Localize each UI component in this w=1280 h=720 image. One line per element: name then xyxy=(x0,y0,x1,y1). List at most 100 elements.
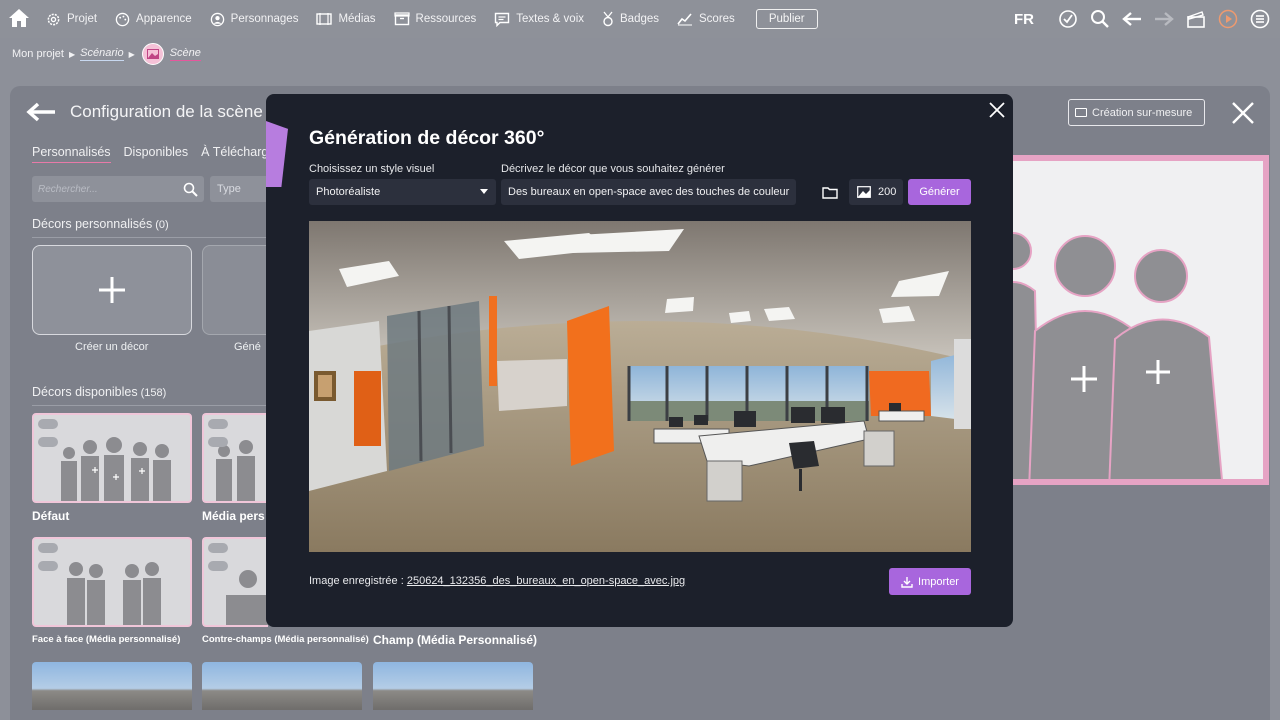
media-count-badge xyxy=(208,437,228,447)
chart-icon xyxy=(677,13,693,26)
publish-button[interactable]: Publier xyxy=(755,9,818,29)
nav-scores[interactable]: Scores xyxy=(677,12,735,26)
nav-label: Projet xyxy=(67,13,98,25)
image-count-field[interactable]: 200 xyxy=(849,179,903,205)
box-icon xyxy=(393,12,410,26)
divider xyxy=(32,237,267,238)
silhouettes-icon xyxy=(67,562,161,625)
search-icon[interactable] xyxy=(1090,9,1110,29)
style-label: Choisissez un style visuel xyxy=(309,163,435,175)
decor-caption: Défaut xyxy=(32,509,70,523)
chat-icon xyxy=(495,12,510,27)
nav-label: Médias xyxy=(338,13,376,25)
breadcrumb-scene[interactable]: Scène xyxy=(169,47,201,61)
palette-icon xyxy=(115,12,130,26)
generate-decor-card[interactable] xyxy=(202,245,272,335)
media-count-badge xyxy=(38,437,58,447)
prompt-input[interactable]: Des bureaux en open-space avec des touch… xyxy=(501,179,796,205)
nav-label: Ressources xyxy=(415,13,477,25)
badge-icon xyxy=(603,11,613,27)
download-icon xyxy=(901,576,913,588)
image-icon xyxy=(857,186,871,198)
decor-caption: Contre-champs (Média personnalisé) xyxy=(202,634,369,645)
back-arrow-icon[interactable] xyxy=(26,102,56,122)
close-icon[interactable] xyxy=(1230,100,1256,126)
import-label: Importer xyxy=(918,575,959,588)
language-selector[interactable]: FR xyxy=(1014,11,1034,28)
section-title: Décors personnalisés xyxy=(32,217,153,231)
decor-thumb-contre-champs[interactable] xyxy=(202,537,268,627)
character-count-badge xyxy=(38,543,58,553)
type-filter-select[interactable]: Type xyxy=(210,176,270,202)
media-count-badge xyxy=(208,561,228,571)
menu-icon[interactable] xyxy=(1250,9,1270,29)
nav-label: Apparence xyxy=(136,13,192,25)
create-decor-card[interactable] xyxy=(32,245,192,335)
redo-arrow-icon[interactable] xyxy=(1154,12,1174,26)
character-count-badge xyxy=(208,543,228,553)
top-navigation-bar: Projet Apparence Personnages Médias Ress… xyxy=(0,0,1280,38)
top-right-toolbar: FR xyxy=(1014,0,1270,38)
saved-file-link[interactable]: 250624_132356_des_bureaux_en_open-space_… xyxy=(407,575,685,587)
prompt-label: Décrivez le décor que vous souhaitez gén… xyxy=(501,163,725,175)
folder-icon[interactable] xyxy=(815,179,845,205)
decor-caption: Champ (Média Personnalisé) xyxy=(373,633,538,647)
available-decors-heading: Décors disponibles (158) xyxy=(32,385,166,399)
nav-personnages[interactable]: Personnages xyxy=(210,12,299,27)
nav-apparence[interactable]: Apparence xyxy=(115,12,192,27)
decor-thumb-photo[interactable] xyxy=(373,662,533,710)
check-icon[interactable] xyxy=(1058,9,1078,29)
nav-medias[interactable]: Médias xyxy=(316,12,376,26)
user-icon xyxy=(210,12,224,26)
saved-label: Image enregistrée : xyxy=(309,575,404,587)
checkbox-icon xyxy=(1075,108,1087,117)
home-icon[interactable] xyxy=(8,8,30,28)
scene-preview[interactable] xyxy=(1013,155,1269,485)
nav-label: Textes & voix xyxy=(516,13,584,25)
create-decor-label: Créer un décor xyxy=(75,341,149,353)
generate-button[interactable]: Générer xyxy=(908,179,971,205)
media-count-badge xyxy=(38,561,58,571)
panorama-preview-image xyxy=(309,221,971,552)
nav-projet[interactable]: Projet xyxy=(46,12,97,27)
section-count: (0) xyxy=(155,219,169,231)
close-icon[interactable] xyxy=(988,101,1006,119)
media-icon xyxy=(316,13,333,25)
modal-title: Génération de décor 360° xyxy=(309,127,545,149)
section-count: (158) xyxy=(140,387,167,399)
tab-personnalises[interactable]: Personnalisés xyxy=(32,145,111,163)
gear-icon xyxy=(47,13,60,25)
panel-header: Configuration de la scène xyxy=(26,102,263,122)
count-value: 200 xyxy=(878,186,897,198)
import-button[interactable]: Importer xyxy=(889,568,971,595)
nav-ressources[interactable]: Ressources xyxy=(393,12,477,26)
style-select[interactable]: Photoréaliste xyxy=(309,179,496,205)
undo-arrow-icon[interactable] xyxy=(1122,12,1142,26)
decor-thumb-face-a-face[interactable] xyxy=(32,537,192,627)
decor-caption: Face à face (Média personnalisé) xyxy=(32,634,181,645)
decor-thumb-photo[interactable] xyxy=(32,662,192,710)
breadcrumb: Mon projet ▶ Scénario ▶ Scène xyxy=(12,43,201,65)
chevron-right-icon: ▶ xyxy=(128,49,135,59)
saved-image-info: Image enregistrée : 250624_132356_des_bu… xyxy=(309,575,685,587)
character-count-badge xyxy=(38,419,58,429)
custom-creation-label: Création sur-mesure xyxy=(1092,106,1193,119)
search-icon[interactable] xyxy=(183,182,198,197)
decor-thumb-photo[interactable] xyxy=(202,662,362,710)
play-icon[interactable] xyxy=(1218,9,1238,29)
nav-badges[interactable]: Badges xyxy=(602,11,659,27)
nav-textes-voix[interactable]: Textes & voix xyxy=(494,12,584,27)
decor-thumb-media-perso[interactable] xyxy=(202,413,268,503)
tab-disponibles[interactable]: Disponibles xyxy=(124,145,189,163)
decor-thumb-defaut[interactable] xyxy=(32,413,192,503)
main-nav: Projet Apparence Personnages Médias Ress… xyxy=(46,0,818,38)
nav-label: Scores xyxy=(699,13,735,25)
search-input[interactable]: Rechercher... xyxy=(32,176,204,202)
custom-creation-button[interactable]: Création sur-mesure xyxy=(1068,99,1205,126)
breadcrumb-project[interactable]: Mon projet xyxy=(12,48,64,60)
chevron-right-icon: ▶ xyxy=(68,49,76,59)
clapperboard-icon[interactable] xyxy=(1186,10,1206,28)
character-count-badge xyxy=(208,419,228,429)
breadcrumb-scenario[interactable]: Scénario xyxy=(80,47,124,61)
nav-label: Personnages xyxy=(230,13,299,25)
